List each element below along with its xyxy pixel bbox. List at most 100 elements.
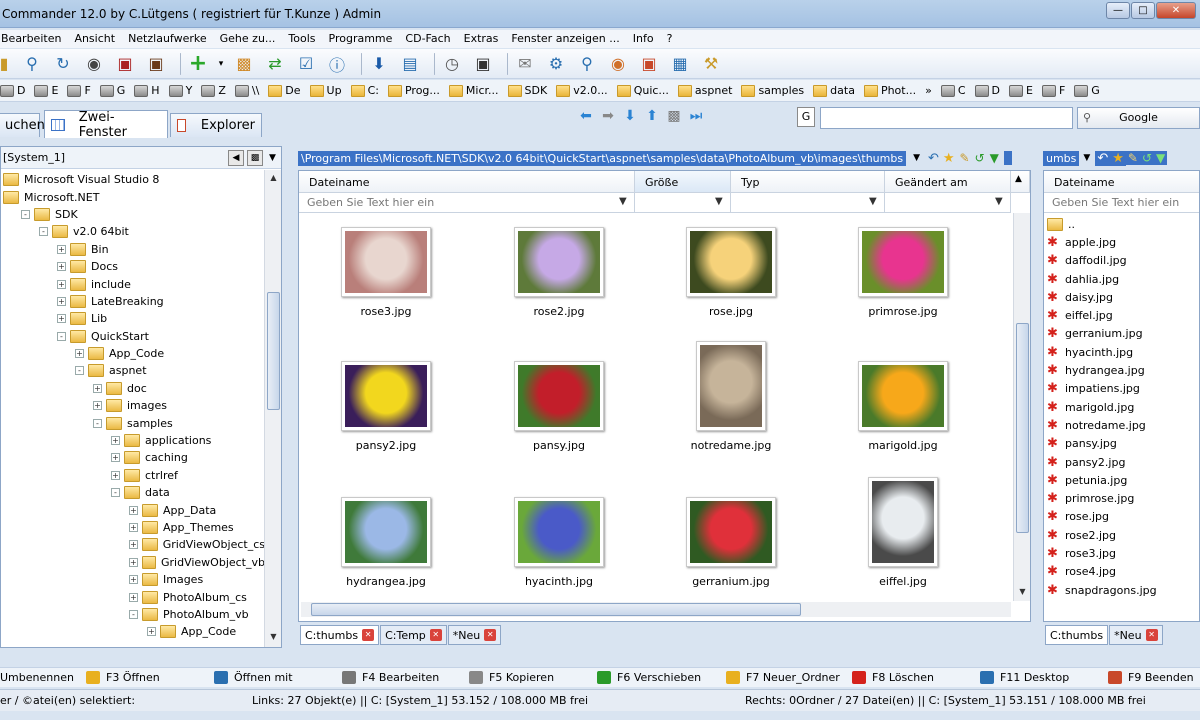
column-header-size[interactable]: Größe bbox=[635, 171, 731, 193]
menu-item[interactable]: Netzlaufwerke bbox=[128, 30, 207, 48]
file-list-item[interactable]: ✱ rose4.jpg bbox=[1047, 563, 1157, 581]
expand-icon[interactable]: + bbox=[93, 401, 102, 411]
tree-node[interactable]: + App_Code bbox=[1, 623, 265, 640]
checklist-icon[interactable]: ☑ bbox=[294, 52, 318, 76]
close-tab-icon[interactable]: ✕ bbox=[1145, 629, 1158, 641]
column-header-date[interactable]: Geändert am bbox=[885, 171, 1011, 193]
tree-node[interactable]: + GridViewObject_vb bbox=[1, 554, 265, 571]
center-path-field[interactable]: \Program Files\Microsoft.NET\SDK\v2.0 64… bbox=[298, 150, 907, 166]
tree-node[interactable]: + Bin bbox=[1, 241, 265, 258]
tree-node[interactable]: - data bbox=[1, 484, 265, 501]
path-dropdown-icon[interactable]: ▼ bbox=[913, 153, 920, 163]
column-header-scroll-up[interactable]: ▲ bbox=[1011, 171, 1030, 193]
drive-button[interactable]: E bbox=[34, 84, 58, 97]
center-scroll-thumb[interactable] bbox=[1016, 323, 1029, 533]
search-icon[interactable]: ⚲ bbox=[575, 52, 599, 76]
column-header-type[interactable]: Typ bbox=[731, 171, 885, 193]
tools-icon[interactable]: ⚒ bbox=[699, 52, 723, 76]
tree-node[interactable]: + App_Data bbox=[1, 501, 265, 518]
drive-button[interactable]: F bbox=[1041, 84, 1065, 97]
column-header-name[interactable]: Dateiname bbox=[299, 171, 635, 193]
tree-node[interactable]: + GridViewObject_cs bbox=[1, 536, 265, 553]
window-icon[interactable]: ▤ bbox=[398, 52, 422, 76]
refresh-icon[interactable]: ↻ bbox=[51, 52, 75, 76]
right-star-icon[interactable]: ★ bbox=[1110, 150, 1126, 166]
dropdown-icon[interactable]: ▾ bbox=[217, 52, 225, 76]
collapse-icon[interactable]: - bbox=[21, 209, 30, 219]
thumbnail-item[interactable]: pansy2.jpg bbox=[316, 361, 456, 452]
small-drive-icon[interactable] bbox=[1003, 151, 1012, 165]
tree-scrollbar[interactable]: ▲ ▼ bbox=[264, 170, 281, 647]
function-key-button[interactable]: Umbenennen bbox=[0, 671, 74, 684]
tree-node[interactable]: + Lib bbox=[1, 310, 265, 327]
file-list-item[interactable]: ✱ dahlia.jpg bbox=[1047, 270, 1157, 288]
file-list-item[interactable]: .. bbox=[1047, 215, 1157, 233]
expand-icon[interactable]: + bbox=[129, 575, 138, 585]
menu-item[interactable]: Ansicht bbox=[74, 30, 115, 48]
function-key-button[interactable]: F3 Öffnen bbox=[86, 671, 160, 684]
copy-pane-icon[interactable]: ▩ bbox=[663, 108, 685, 126]
function-key-button[interactable]: F5 Kopieren bbox=[469, 671, 554, 684]
minimize-button[interactable]: — bbox=[1106, 2, 1130, 19]
tree-prev-button[interactable]: ◀ bbox=[228, 149, 244, 166]
partial-icon[interactable]: ▮ bbox=[0, 52, 8, 76]
function-key-button[interactable]: F4 Bearbeiten bbox=[342, 671, 439, 684]
network-share-icon[interactable]: ⚙ bbox=[544, 52, 568, 76]
drive-button[interactable]: samples bbox=[741, 84, 804, 97]
edit-path-icon[interactable]: ✎ bbox=[960, 151, 970, 165]
panel-tab[interactable]: C:thumbs ✕ bbox=[300, 625, 380, 645]
last-arrow-icon[interactable]: ⏭ bbox=[685, 108, 707, 126]
google-search-button[interactable]: ⚲ Google bbox=[1077, 107, 1200, 129]
scroll-up-icon[interactable]: ▲ bbox=[267, 173, 280, 185]
tree-node[interactable]: - PhotoAlbum_vb bbox=[1, 606, 265, 623]
drive-button[interactable]: Quic... bbox=[616, 84, 669, 97]
filter-type-input[interactable]: ▼ bbox=[731, 193, 885, 213]
add-icon[interactable]: + bbox=[186, 51, 210, 76]
drive-button[interactable]: Micr... bbox=[448, 84, 499, 97]
tree-node[interactable]: + LateBreaking bbox=[1, 293, 265, 310]
right-column-header-name[interactable]: Dateiname bbox=[1044, 171, 1199, 193]
expand-icon[interactable]: + bbox=[111, 453, 120, 463]
drive-button[interactable]: G bbox=[1074, 84, 1100, 97]
menu-item[interactable]: Info bbox=[633, 30, 654, 48]
tab-suchen[interactable]: uchen bbox=[0, 113, 45, 137]
expand-icon[interactable]: + bbox=[129, 523, 138, 532]
tree-node[interactable]: + App_Themes bbox=[1, 519, 265, 536]
center-hscroll-thumb[interactable] bbox=[311, 603, 801, 616]
file-list-item[interactable]: ✱ primrose.jpg bbox=[1047, 489, 1157, 507]
center-scrollbar[interactable]: ▼ bbox=[1013, 213, 1030, 601]
drive-button[interactable]: \\ bbox=[234, 84, 259, 97]
archive-icon[interactable]: ▩ bbox=[232, 52, 256, 76]
drive-button[interactable]: E bbox=[1009, 84, 1033, 97]
panel-tab[interactable]: *Neu ✕ bbox=[1109, 625, 1163, 645]
expand-icon[interactable]: + bbox=[75, 349, 84, 359]
filter-name-input[interactable]: Geben Sie Text hier ein ▼ bbox=[299, 193, 635, 213]
thumbnail-item[interactable]: primrose.jpg bbox=[833, 227, 973, 318]
tree-node[interactable]: - samples bbox=[1, 414, 265, 431]
drive-button[interactable]: D bbox=[974, 84, 1000, 97]
file-list-item[interactable]: ✱ snapdragons.jpg bbox=[1047, 581, 1157, 599]
thumbnail-item[interactable]: marigold.jpg bbox=[833, 361, 973, 452]
scroll-down-icon[interactable]: ▼ bbox=[1016, 587, 1029, 599]
drive-button[interactable]: Z bbox=[201, 84, 226, 97]
tree-view-button[interactable]: ▩ bbox=[247, 149, 263, 166]
file-list-item[interactable]: ✱ daisy.jpg bbox=[1047, 288, 1157, 306]
close-tab-icon[interactable]: ✕ bbox=[484, 629, 497, 641]
right-sync-icon[interactable]: ↺ bbox=[1139, 151, 1155, 165]
drive-button[interactable]: Phot... bbox=[863, 84, 916, 97]
file-list-item[interactable]: ✱ hydrangea.jpg bbox=[1047, 361, 1157, 379]
download-icon[interactable]: ⬇ bbox=[367, 52, 391, 76]
function-key-button[interactable]: F6 Verschieben bbox=[597, 671, 701, 684]
funnel-icon[interactable]: ▼ bbox=[619, 196, 631, 208]
calendar-icon[interactable]: ▦ bbox=[668, 52, 692, 76]
tree-node[interactable]: Microsoft Visual Studio 8 bbox=[1, 171, 265, 188]
search-input[interactable] bbox=[820, 107, 1073, 129]
menu-item[interactable]: Programme bbox=[329, 30, 393, 48]
file-list-item[interactable]: ✱ notredame.jpg bbox=[1047, 416, 1157, 434]
expand-icon[interactable]: + bbox=[57, 244, 66, 254]
favorite-star-icon[interactable]: ★ bbox=[943, 151, 955, 166]
tree-node[interactable]: - QuickStart bbox=[1, 328, 265, 345]
menu-item[interactable]: Bearbeiten bbox=[1, 30, 61, 48]
drive-button[interactable]: C: bbox=[350, 84, 379, 97]
maximize-button[interactable]: □ bbox=[1131, 2, 1155, 19]
